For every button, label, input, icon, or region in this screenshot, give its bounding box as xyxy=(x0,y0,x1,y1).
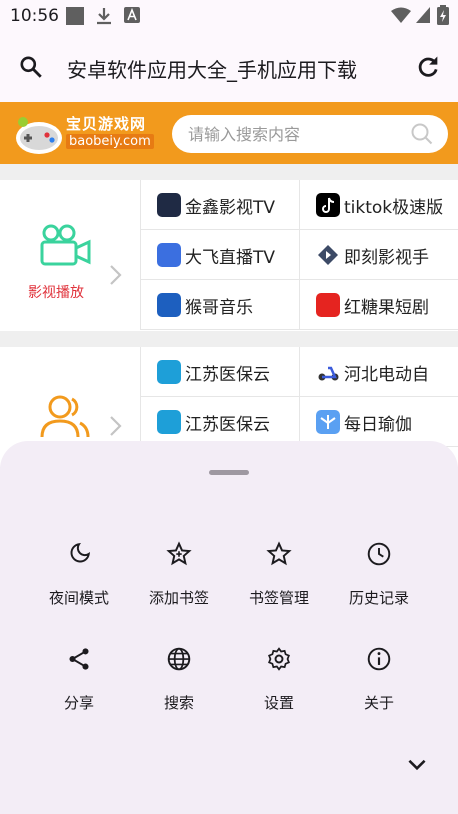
menu-label: 搜索 xyxy=(163,694,194,712)
menu-bookmark-manager[interactable]: 书签管理 xyxy=(229,541,329,631)
download-icon xyxy=(97,8,111,25)
star-add-icon xyxy=(166,541,192,566)
app-name: 江苏医保云 xyxy=(185,415,270,435)
app-notification-icon xyxy=(66,7,84,25)
menu-settings[interactable]: 设置 xyxy=(229,646,329,736)
category-section: 影视播放 金鑫影视TV tiktok极速版 大飞直播TV 即刻影视手 猴哥音乐 … xyxy=(0,180,458,331)
app-link[interactable]: 江苏医保云 xyxy=(140,397,299,447)
app-link[interactable]: 江苏医保云 xyxy=(140,347,299,397)
video-camera-icon xyxy=(40,224,91,266)
menu-add-bookmark[interactable]: 添加书签 xyxy=(129,541,229,631)
app-link[interactable]: 猴哥音乐 xyxy=(140,280,299,330)
site-search-input[interactable] xyxy=(188,123,408,145)
scooter-icon xyxy=(318,366,339,381)
app-name: 猴哥音乐 xyxy=(185,298,253,318)
app-icon xyxy=(157,243,181,267)
yoga-icon xyxy=(316,410,340,434)
signal-icon xyxy=(416,7,430,23)
app-name: 每日瑜伽 xyxy=(344,415,412,435)
menu-night-mode[interactable]: 夜间模式 xyxy=(29,541,129,631)
chs-icon xyxy=(157,410,181,434)
app-icon xyxy=(318,245,338,265)
menu-label: 历史记录 xyxy=(348,589,409,607)
app-name: 河北电动自 xyxy=(344,365,429,385)
menu-search[interactable]: 搜索 xyxy=(129,646,229,736)
status-bar: 10:56 xyxy=(0,0,458,32)
app-icon xyxy=(157,193,181,217)
app-link[interactable]: tiktok极速版 xyxy=(299,180,458,230)
battery-icon xyxy=(437,5,449,25)
gamepad-logo-icon xyxy=(16,117,62,154)
app-icon xyxy=(316,293,340,317)
brand-domain: baobeiy.com xyxy=(66,134,154,149)
page-title[interactable]: 安卓软件应用大全_手机应用下载 xyxy=(67,54,393,83)
search-icon[interactable] xyxy=(18,54,44,80)
info-icon xyxy=(367,647,391,671)
menu-label: 夜间模式 xyxy=(48,589,109,607)
status-time: 10:56 xyxy=(10,6,59,26)
share-icon xyxy=(69,648,89,670)
menu-label: 关于 xyxy=(363,694,394,712)
chevron-right-icon xyxy=(110,265,122,285)
globe-icon xyxy=(167,647,191,671)
bottom-sheet-menu: 夜间模式 添加书签 书签管理 历史记录 分享 搜索 设置 关于 xyxy=(0,441,458,814)
tiktok-icon xyxy=(316,193,340,217)
refresh-icon[interactable] xyxy=(414,53,442,81)
app-link[interactable]: 每日瑜伽 xyxy=(299,397,458,447)
site-search-icon[interactable] xyxy=(410,122,434,146)
menu-label: 书签管理 xyxy=(248,589,309,607)
drag-handle[interactable] xyxy=(209,470,249,475)
chevron-down-icon[interactable] xyxy=(404,751,430,777)
chs-icon xyxy=(157,360,181,384)
site-logo[interactable]: 宝贝游戏网 baobeiy.com xyxy=(14,110,162,158)
app-name: tiktok极速版 xyxy=(344,198,444,218)
menu-share[interactable]: 分享 xyxy=(29,646,129,736)
browser-toolbar: 安卓软件应用大全_手机应用下载 xyxy=(0,32,458,102)
app-name: 江苏医保云 xyxy=(185,365,270,385)
gear-icon xyxy=(268,647,290,671)
menu-label: 设置 xyxy=(263,694,294,712)
app-link[interactable]: 河北电动自 xyxy=(299,347,458,397)
category-link[interactable]: 影视播放 xyxy=(0,180,140,331)
users-icon xyxy=(40,395,90,438)
app-link[interactable]: 即刻影视手 xyxy=(299,230,458,280)
app-name: 金鑫影视TV xyxy=(185,198,276,218)
menu-history[interactable]: 历史记录 xyxy=(329,541,429,631)
app-icon xyxy=(157,293,181,317)
moon-icon xyxy=(70,542,91,563)
menu-label: 分享 xyxy=(63,694,94,712)
menu-label: 添加书签 xyxy=(148,589,209,607)
app-name: 大飞直播TV xyxy=(185,248,276,268)
clock-icon xyxy=(367,542,391,566)
chevron-right-icon xyxy=(110,416,122,436)
app-link[interactable]: 金鑫影视TV xyxy=(140,180,299,230)
font-icon xyxy=(124,7,140,23)
app-name: 红糖果短剧 xyxy=(344,298,429,318)
app-link[interactable]: 红糖果短剧 xyxy=(299,280,458,330)
app-link[interactable]: 大飞直播TV xyxy=(140,230,299,280)
site-header: 宝贝游戏网 baobeiy.com xyxy=(0,102,458,164)
app-name: 即刻影视手 xyxy=(344,248,429,268)
star-icon xyxy=(266,541,292,566)
brand-name: 宝贝游戏网 xyxy=(66,115,147,133)
menu-about[interactable]: 关于 xyxy=(329,646,429,736)
wifi-icon xyxy=(391,7,411,23)
site-search-box[interactable] xyxy=(172,115,448,153)
category-label: 影视播放 xyxy=(28,285,84,301)
